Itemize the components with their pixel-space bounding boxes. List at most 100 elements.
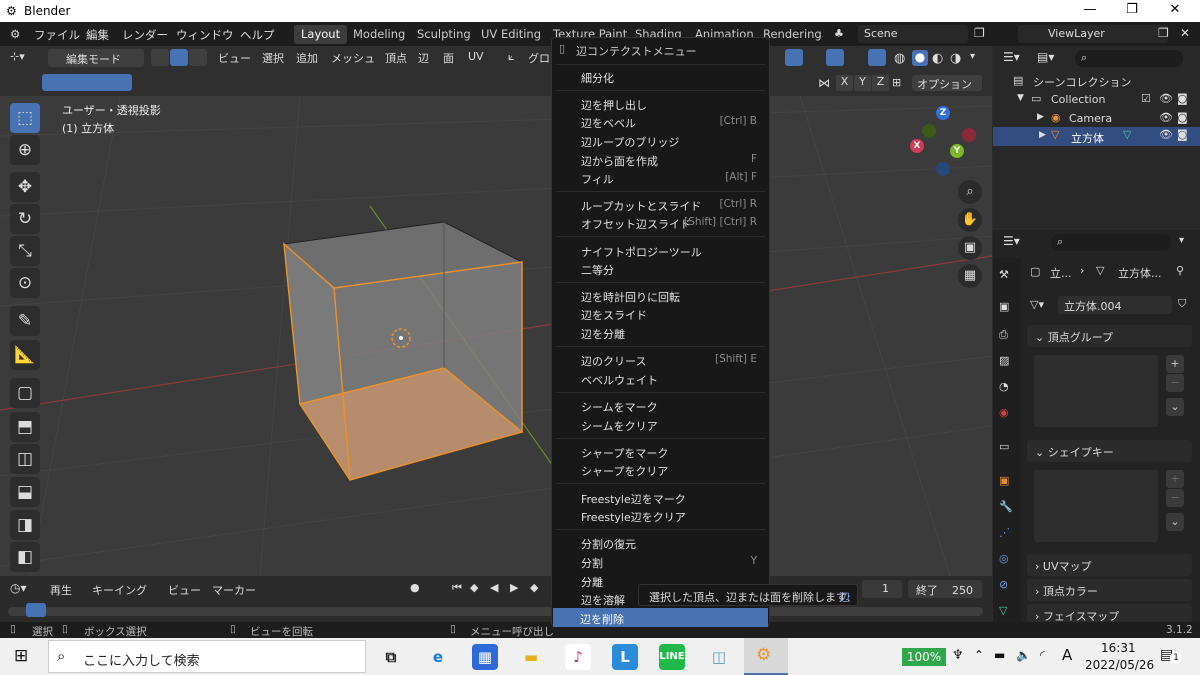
menu-item-edge-slide[interactable]: 辺をスライド: [581, 307, 647, 323]
mirror-y-toggle[interactable]: Y: [854, 75, 871, 91]
chevron-right-icon[interactable]: ▶: [1039, 130, 1046, 140]
camera-view-icon[interactable]: ▣: [958, 236, 982, 260]
mirror-icon[interactable]: ⋈: [818, 76, 830, 90]
menu-item-fill[interactable]: フィル: [581, 171, 614, 187]
taskbar-search-box[interactable]: ⌕ ここに入力して検索: [48, 640, 366, 673]
tab-modeling[interactable]: Modeling: [346, 25, 412, 44]
shading-rendered-icon[interactable]: ◑: [950, 51, 961, 66]
wifi-icon[interactable]: ◜: [1040, 648, 1045, 662]
constraints-tab-icon[interactable]: ⊘: [999, 578, 1008, 591]
mirror-x-toggle[interactable]: X: [836, 75, 853, 91]
menu-item-bevel-weight[interactable]: ベベルウェイト: [581, 372, 658, 388]
close-button[interactable]: ✕: [1155, 2, 1195, 17]
menu-render[interactable]: レンダー: [122, 27, 168, 43]
battery-icon[interactable]: ▬: [994, 648, 1005, 662]
shading-material-icon[interactable]: ◐: [932, 51, 943, 66]
measure-tool-icon[interactable]: 📐: [10, 340, 40, 370]
vertex-group-list[interactable]: [1034, 355, 1158, 427]
menu-playback[interactable]: 再生: [50, 582, 72, 598]
particles-tab-icon[interactable]: ⋰: [999, 526, 1010, 539]
add-vertex-group-button[interactable]: +: [1166, 355, 1184, 373]
cursor-tool-icon[interactable]: ⊕: [10, 135, 40, 165]
scene-icon[interactable]: ♣: [834, 27, 844, 40]
gizmo-neg-x-axis[interactable]: [962, 128, 976, 142]
zoom-icon[interactable]: ⌕: [958, 180, 982, 204]
add-shape-key-button[interactable]: +: [1166, 470, 1184, 488]
menu-window[interactable]: ウィンドウ: [176, 27, 234, 43]
menu-help[interactable]: ヘルプ: [240, 27, 275, 43]
gizmo-neg-z-axis[interactable]: [936, 162, 950, 176]
bevel-tool-icon[interactable]: ⬓: [10, 477, 40, 507]
menu-keying[interactable]: キーイング: [92, 582, 147, 598]
pan-hand-icon[interactable]: ✋: [958, 208, 982, 232]
maximize-button[interactable]: ❐: [1112, 2, 1152, 17]
edge-select-icon[interactable]: [170, 49, 188, 66]
panel-vertex-groups[interactable]: ⌄ 頂点グループ: [1027, 325, 1192, 347]
rotate-tool-icon[interactable]: ↻: [10, 204, 40, 234]
perspective-toggle-icon[interactable]: ▦: [958, 264, 982, 288]
panel-uv-maps[interactable]: › UVマップ: [1027, 554, 1192, 576]
menu-item-edge-crease[interactable]: 辺のクリース: [581, 353, 646, 369]
touch-icon[interactable]: ♆: [952, 648, 964, 663]
prev-keyframe-icon[interactable]: ◆: [470, 581, 478, 594]
gizmo-toggle-icon[interactable]: [785, 49, 803, 66]
menu-vertex[interactable]: 頂点: [385, 50, 407, 66]
minimize-button[interactable]: —: [1070, 2, 1110, 17]
properties-editor-icon[interactable]: ☰▾: [1003, 234, 1020, 248]
chevron-down-icon[interactable]: ▼: [1017, 93, 1024, 103]
volume-icon[interactable]: 🔈: [1016, 648, 1031, 662]
menu-add[interactable]: 追加: [296, 50, 318, 66]
inset-tool-icon[interactable]: ◫: [10, 444, 40, 474]
menu-item-rotate-edge-cw[interactable]: 辺を時計回りに回転: [581, 289, 680, 305]
menu-item-edge-split[interactable]: 辺を分離: [581, 326, 625, 342]
menu-item-clear-freestyle[interactable]: Freestyle辺をクリア: [581, 509, 686, 525]
chevron-up-icon[interactable]: ⌃: [974, 648, 984, 662]
store-icon[interactable]: ▦: [472, 644, 498, 670]
menu-item-offset-edge-slide[interactable]: オフセット辺スライド: [581, 216, 691, 232]
scale-tool-icon[interactable]: ⤡: [10, 236, 40, 266]
current-frame-field[interactable]: 1: [862, 580, 902, 598]
outliner-item-cube[interactable]: 立方体: [1071, 130, 1104, 146]
panel-shape-keys[interactable]: ⌄ シェイプキー: [1027, 440, 1192, 462]
vertex-group-specials-button[interactable]: ⌄: [1166, 398, 1184, 416]
menu-face[interactable]: 面: [443, 50, 454, 66]
menu-item-dissolve-edges[interactable]: 辺を溶解: [581, 592, 625, 608]
chevron-down-icon[interactable]: ▾: [1179, 235, 1184, 246]
eye-icon[interactable]: 👁: [1159, 92, 1173, 105]
itunes-icon[interactable]: ♪: [565, 644, 591, 670]
panel-face-maps[interactable]: › フェイスマップ: [1027, 604, 1192, 623]
menu-edit[interactable]: 編集: [86, 27, 109, 43]
menu-file[interactable]: ファイル: [34, 27, 80, 43]
shading-solid-icon[interactable]: ●: [912, 50, 928, 66]
eye-icon[interactable]: 👁: [1159, 128, 1173, 141]
new-viewlayer-icon[interactable]: ❐: [1158, 26, 1169, 40]
properties-search-input[interactable]: ⌕: [1051, 234, 1171, 251]
scene-tab-icon[interactable]: ◔: [999, 380, 1009, 393]
render-tab-icon[interactable]: ▣: [999, 300, 1009, 313]
clock-time[interactable]: 16:31: [1101, 641, 1136, 655]
remove-shape-key-button[interactable]: −: [1166, 489, 1184, 507]
menu-item-mark-sharp[interactable]: シャープをマーク: [581, 445, 668, 461]
topology-mirror-icon[interactable]: ⊞: [892, 76, 901, 89]
pin-icon[interactable]: ⚲: [1176, 264, 1184, 277]
timeline-editor-icon[interactable]: ◷▾: [10, 581, 27, 595]
line-app-icon[interactable]: LINE: [659, 644, 685, 670]
menu-item-split-restore[interactable]: 分割の復元: [581, 536, 636, 552]
ime-indicator[interactable]: A: [1062, 646, 1072, 664]
panel-vertex-colors[interactable]: › 頂点カラー: [1027, 579, 1192, 601]
editor-type-icon[interactable]: ⊹▾: [10, 50, 25, 63]
menu-item-mark-freestyle[interactable]: Freestyle辺をマーク: [581, 491, 686, 507]
menu-marker[interactable]: マーカー: [212, 582, 256, 598]
face-select-icon[interactable]: [189, 49, 207, 66]
tool-tab-icon[interactable]: ⚒: [999, 268, 1009, 281]
modifier-tab-icon[interactable]: 🔧: [999, 500, 1013, 513]
eye-icon[interactable]: 👁: [1159, 111, 1173, 124]
menu-item-mark-seam[interactable]: シームをマーク: [581, 399, 658, 415]
transform-tool-icon[interactable]: ⊙: [10, 268, 40, 298]
gizmo-z-axis[interactable]: Z: [936, 106, 950, 120]
tab-sculpting[interactable]: Sculpting: [410, 25, 478, 44]
xray-toggle-icon[interactable]: [868, 49, 886, 66]
menu-item-split[interactable]: 分割: [581, 555, 603, 571]
add-cube-tool-icon[interactable]: ▢: [10, 378, 40, 408]
camera-render-icon[interactable]: ◙: [1177, 111, 1188, 124]
